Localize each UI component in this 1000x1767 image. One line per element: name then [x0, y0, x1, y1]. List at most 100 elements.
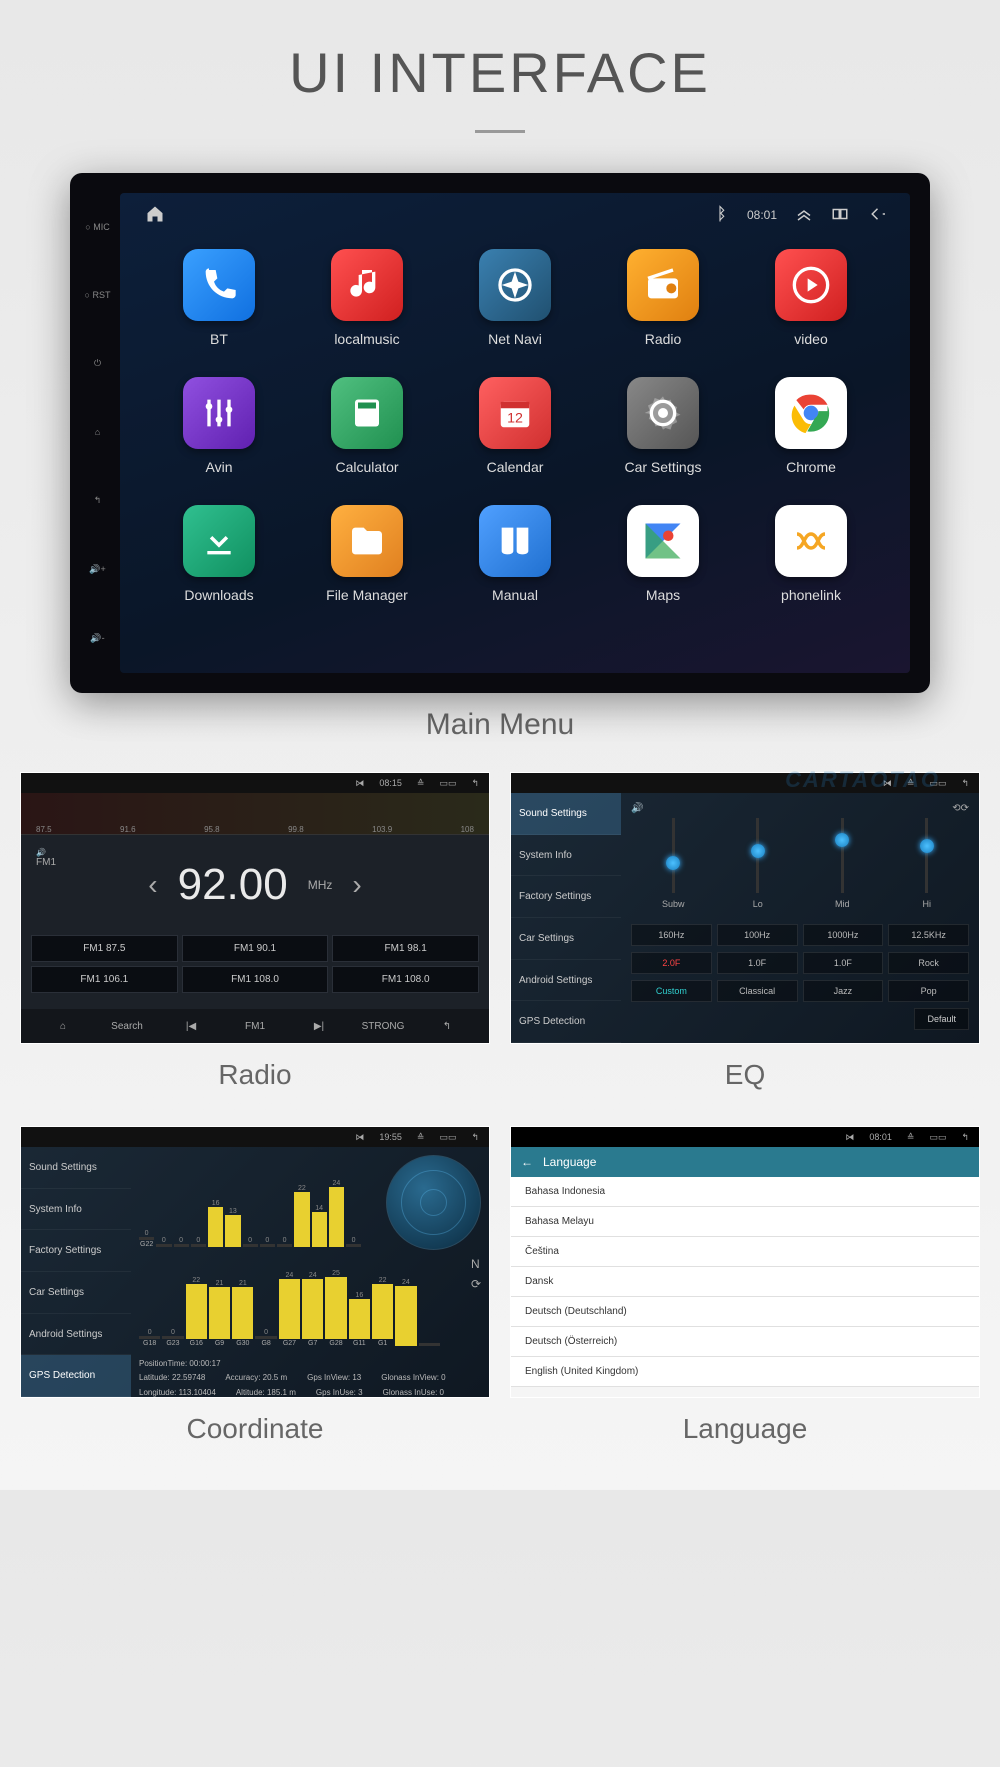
sat-refresh-icon[interactable]: ⟳	[471, 1277, 481, 1291]
eq-left-icon[interactable]: 🔊	[631, 803, 643, 814]
language-item[interactable]: Dansk	[511, 1267, 979, 1297]
app-label: Calculator	[303, 459, 431, 475]
back-hw-icon[interactable]: ↰	[80, 495, 115, 506]
radio-tuning-dial[interactable]: 87.591.695.899.8103.9108	[21, 793, 489, 835]
next-button[interactable]: ▶|	[287, 1021, 351, 1032]
sidebar-item[interactable]: System Info	[21, 1189, 131, 1231]
app-net-navi[interactable]: Net Navi	[451, 249, 579, 347]
eq-button[interactable]: 160Hz	[631, 924, 712, 946]
calendar-icon: 12	[479, 377, 551, 449]
sidebar-item[interactable]: Car Settings	[21, 1272, 131, 1314]
app-avin[interactable]: Avin	[155, 377, 283, 475]
radio-status-bar: ⧒ 08:15 ≙ ▭▭ ↰	[21, 773, 489, 793]
recent-icon[interactable]: ▭▭	[439, 778, 456, 789]
app-manual[interactable]: Manual	[451, 505, 579, 603]
home-button[interactable]: ⌂	[31, 1021, 95, 1032]
tune-right-icon[interactable]: ›	[352, 869, 361, 901]
sidebar-item[interactable]: Android Settings	[511, 960, 621, 1002]
sidebar-item[interactable]: System Info	[511, 835, 621, 877]
eq-caption: EQ	[510, 1059, 980, 1091]
eq-button[interactable]: 1.0F	[803, 952, 884, 974]
radio-band-label: 🔊 FM1	[36, 848, 56, 868]
vol-down-icon[interactable]: 🔊-	[80, 633, 115, 644]
app-video[interactable]: video	[747, 249, 875, 347]
eq-slider-lo[interactable]: Lo	[738, 818, 778, 918]
strong-button[interactable]: STRONG	[351, 1021, 415, 1032]
language-item[interactable]: English (United Kingdom)	[511, 1357, 979, 1387]
eq-button[interactable]: Custom	[631, 980, 712, 1002]
eq-button[interactable]: 12.5KHz	[888, 924, 969, 946]
app-localmusic[interactable]: localmusic	[303, 249, 431, 347]
eq-button[interactable]: 1000Hz	[803, 924, 884, 946]
app-calendar[interactable]: 12Calendar	[451, 377, 579, 475]
satellite-bar: 0	[191, 1235, 206, 1248]
app-car-settings[interactable]: Car Settings	[599, 377, 727, 475]
power-icon[interactable]: ⏻	[80, 358, 115, 369]
eq-button[interactable]: 100Hz	[717, 924, 798, 946]
language-item[interactable]: Čeština	[511, 1237, 979, 1267]
app-file-manager[interactable]: File Manager	[303, 505, 431, 603]
sidebar-item[interactable]: Sound Settings	[511, 793, 621, 835]
preset-button[interactable]: FM1 87.5	[31, 935, 178, 962]
app-phonelink[interactable]: phonelink	[747, 505, 875, 603]
vol-up-icon[interactable]: 🔊+	[80, 564, 115, 575]
recent-apps-icon[interactable]	[831, 205, 849, 226]
eq-button[interactable]: 2.0F	[631, 952, 712, 974]
sidebar-item[interactable]: Factory Settings	[21, 1230, 131, 1272]
satellite-bar: 24G7	[302, 1270, 323, 1347]
sidebar-item[interactable]: Android Settings	[21, 1314, 131, 1356]
app-bt[interactable]: BT	[155, 249, 283, 347]
band-button[interactable]: FM1	[223, 1021, 287, 1032]
satellite-bar: 25G28	[325, 1268, 346, 1348]
sidebar-item[interactable]: Car Settings	[511, 918, 621, 960]
preset-button[interactable]: FM1 108.0	[332, 966, 479, 993]
radio-bottom-bar: ⌂ Search |◀ FM1 ▶| STRONG ↰	[21, 1009, 489, 1043]
language-item[interactable]: Deutsch (Deutschland)	[511, 1297, 979, 1327]
sidebar-item[interactable]: GPS Detection	[21, 1355, 131, 1397]
app-radio[interactable]: Radio	[599, 249, 727, 347]
back-icon[interactable]: ↰	[471, 778, 479, 789]
preset-button[interactable]: FM1 98.1	[332, 935, 479, 962]
eq-slider-subw[interactable]: Subw	[653, 818, 693, 918]
eq-button[interactable]: Jazz	[803, 980, 884, 1002]
return-button[interactable]: ↰	[415, 1021, 479, 1032]
home-hw-icon[interactable]: ⌂	[80, 427, 115, 437]
back-icon[interactable]	[867, 205, 885, 226]
expand-icon[interactable]: ≙	[417, 778, 425, 789]
search-button[interactable]: Search	[95, 1021, 159, 1032]
prev-button[interactable]: |◀	[159, 1021, 223, 1032]
expand-icon[interactable]	[795, 205, 813, 226]
language-item[interactable]: Deutsch (Österreich)	[511, 1327, 979, 1357]
app-calculator[interactable]: Calculator	[303, 377, 431, 475]
radio-caption: Radio	[20, 1059, 490, 1091]
home-icon[interactable]	[145, 204, 165, 227]
eq-button[interactable]: Rock	[888, 952, 969, 974]
preset-button[interactable]: FM1 106.1	[31, 966, 178, 993]
sidebar-item[interactable]: Factory Settings	[511, 876, 621, 918]
default-button[interactable]: Default	[914, 1008, 969, 1030]
sidebar-item[interactable]: GPS Detection	[511, 1001, 621, 1043]
eq-button[interactable]: Pop	[888, 980, 969, 1002]
dial-mark: 108	[461, 825, 474, 834]
language-item[interactable]: Bahasa Indonesia	[511, 1177, 979, 1207]
preset-button[interactable]: FM1 90.1	[182, 935, 329, 962]
title-underline	[475, 130, 525, 133]
back-arrow-icon[interactable]: ←	[521, 1155, 533, 1169]
preset-button[interactable]: FM1 108.0	[182, 966, 329, 993]
eq-right-icon[interactable]: ⟲⟳	[952, 803, 969, 814]
app-chrome[interactable]: Chrome	[747, 377, 875, 475]
tune-left-icon[interactable]: ‹	[148, 869, 157, 901]
app-downloads[interactable]: Downloads	[155, 505, 283, 603]
app-label: Chrome	[747, 459, 875, 475]
eq-slider-hi[interactable]: Hi	[907, 818, 947, 918]
satellite-bar: 24	[329, 1178, 344, 1248]
app-label: Downloads	[155, 587, 283, 603]
eq-button[interactable]: Classical	[717, 980, 798, 1002]
eq-button[interactable]: 1.0F	[717, 952, 798, 974]
status-bar: 08:01	[145, 201, 885, 229]
language-item[interactable]: Bahasa Melayu	[511, 1207, 979, 1237]
sidebar-item[interactable]: Sound Settings	[21, 1147, 131, 1189]
download-icon	[183, 505, 255, 577]
eq-slider-mid[interactable]: Mid	[822, 818, 862, 918]
app-maps[interactable]: Maps	[599, 505, 727, 603]
